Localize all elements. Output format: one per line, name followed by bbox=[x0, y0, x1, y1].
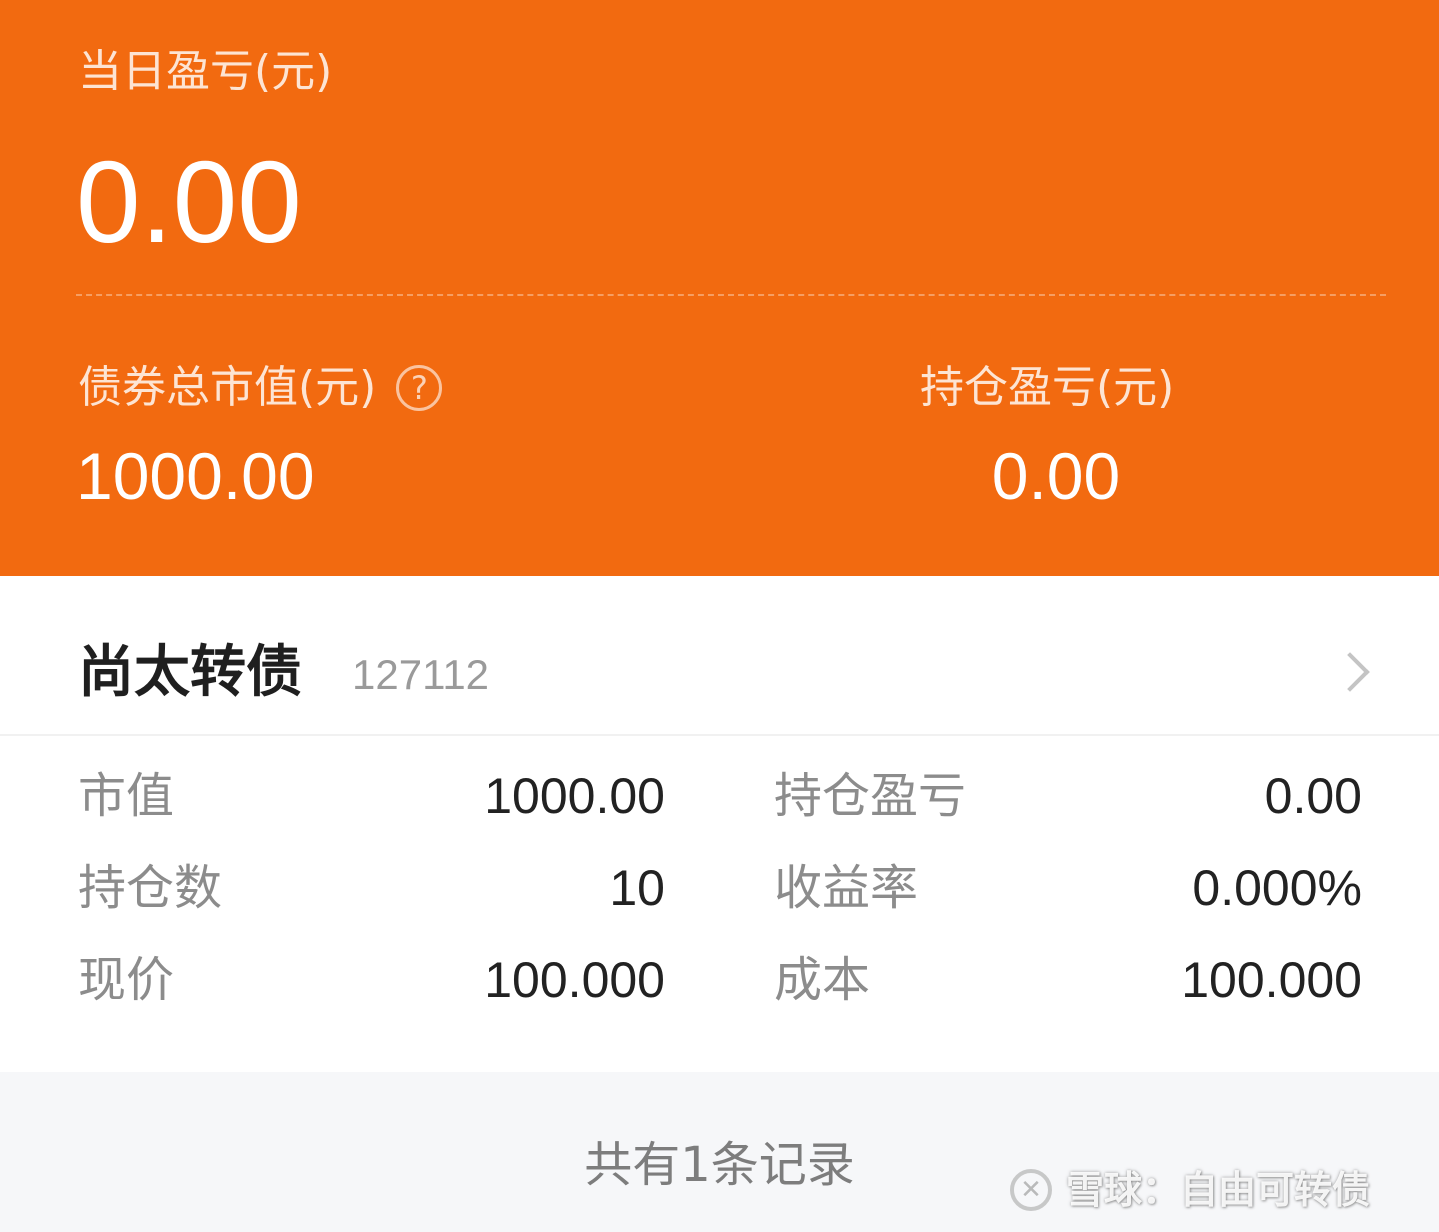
holding-card-header[interactable]: 尚太转债 127112 bbox=[0, 576, 1439, 734]
daily-pnl-value: 0.00 bbox=[76, 137, 302, 267]
holding-pnl-label: 持仓盈亏(元) bbox=[920, 362, 1175, 413]
stat-value: 1000.00 bbox=[484, 768, 665, 824]
stat-label: 成本 bbox=[774, 952, 871, 1008]
market-value-label-group: 债券总市值(元) ? bbox=[78, 360, 443, 416]
card-divider bbox=[0, 734, 1439, 736]
watermark: ✕ 雪球：自由可转债 bbox=[1010, 1162, 1370, 1218]
stat-value: 0.00 bbox=[1264, 768, 1362, 824]
summary-header: 当日盈亏(元) 0.00 债券总市值(元) ? 1000.00 持仓盈亏(元) … bbox=[0, 0, 1439, 576]
stat-label: 收益率 bbox=[774, 860, 919, 916]
stat-value: 100.000 bbox=[484, 952, 665, 1008]
summary-divider bbox=[76, 294, 1386, 296]
chevron-right-icon[interactable] bbox=[1330, 652, 1370, 692]
holding-card: 尚太转债 127112 市值 1000.00 持仓盈亏 0.00 持仓数 10 … bbox=[0, 576, 1439, 1072]
market-value-label: 债券总市值(元) bbox=[78, 362, 377, 413]
stat-label: 持仓数 bbox=[78, 860, 223, 916]
bond-name: 尚太转债 bbox=[78, 640, 302, 705]
question-circle-icon[interactable]: ? bbox=[396, 365, 443, 411]
bond-code: 127112 bbox=[352, 651, 490, 698]
stat-label: 持仓盈亏 bbox=[774, 768, 967, 824]
daily-pnl-label: 当日盈亏(元) bbox=[78, 46, 333, 97]
holding-pnl-value: 0.00 bbox=[991, 439, 1121, 513]
stat-value: 100.000 bbox=[1181, 952, 1362, 1008]
records-footer: 共有1条记录 ✕ 雪球：自由可转债 bbox=[0, 1072, 1439, 1232]
stat-label: 现价 bbox=[78, 952, 175, 1008]
market-value-value: 1000.00 bbox=[76, 439, 315, 513]
stat-row: 市值 1000.00 持仓盈亏 0.00 bbox=[0, 756, 1439, 836]
xueqiu-logo-icon: ✕ bbox=[1010, 1169, 1052, 1211]
bond-holdings-page: 当日盈亏(元) 0.00 债券总市值(元) ? 1000.00 持仓盈亏(元) … bbox=[0, 0, 1439, 1232]
stat-value: 0.000% bbox=[1192, 860, 1362, 916]
stat-label: 市值 bbox=[78, 768, 175, 824]
stat-row: 现价 100.000 成本 100.000 bbox=[0, 940, 1439, 1020]
stat-value: 10 bbox=[609, 860, 665, 916]
stat-row: 持仓数 10 收益率 0.000% bbox=[0, 848, 1439, 928]
watermark-text: 雪球：自由可转债 bbox=[1066, 1168, 1371, 1212]
